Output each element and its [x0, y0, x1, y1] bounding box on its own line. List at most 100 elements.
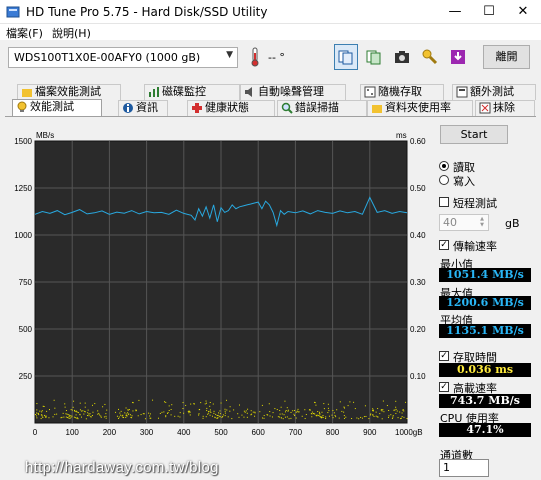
- maximize-button[interactable]: ☐: [472, 0, 506, 24]
- access-time-point: [46, 410, 48, 412]
- tab-label: 效能測試: [30, 100, 74, 113]
- access-time-point: [227, 416, 229, 418]
- tab-label: 抹除: [493, 101, 515, 114]
- minimize-button[interactable]: —: [438, 0, 472, 24]
- y-left-tick-label: 500: [19, 325, 33, 334]
- access-time-point: [318, 411, 320, 413]
- access-time-checkbox[interactable]: ✓: [439, 351, 449, 361]
- cpu-value: 47.1%: [439, 423, 531, 437]
- access-time-point: [269, 415, 271, 417]
- access-time-point: [272, 412, 274, 414]
- tab-disk-monitor[interactable]: 磁碟監控: [144, 84, 240, 100]
- tab-error-scan[interactable]: 錯誤掃描: [277, 100, 367, 116]
- transfer-rate-checkbox[interactable]: ✓: [439, 240, 449, 250]
- x-tick-label: 700: [289, 428, 303, 437]
- access-time-point: [377, 408, 379, 410]
- access-time-point: [131, 417, 133, 419]
- folder-icon: [21, 86, 33, 98]
- key-icon[interactable]: [418, 44, 442, 70]
- access-time-point: [297, 411, 299, 413]
- access-time-point: [369, 414, 371, 416]
- access-time-point: [185, 404, 187, 406]
- menu-help[interactable]: 說明(H): [52, 25, 91, 41]
- access-time-point: [98, 412, 100, 414]
- test-size-stepper[interactable]: 40 ▲ ▼: [439, 214, 489, 231]
- tab-folder-usage[interactable]: 資料夾使用率: [367, 100, 473, 116]
- tab-random-access[interactable]: 隨機存取: [360, 84, 444, 100]
- access-time-point: [244, 411, 246, 413]
- access-time-point: [274, 408, 276, 410]
- access-time-point: [193, 403, 195, 405]
- tab-info[interactable]: 資訊: [118, 100, 168, 116]
- menu-file[interactable]: 檔案(F): [6, 25, 43, 41]
- access-time-point: [224, 410, 226, 412]
- access-time-point: [74, 409, 76, 411]
- camera-icon[interactable]: [390, 44, 414, 70]
- access-time-point: [69, 418, 71, 420]
- access-time-point: [295, 411, 297, 413]
- access-time-point: [243, 410, 245, 412]
- x-tick-label: 800: [326, 428, 340, 437]
- tab-label: 隨機存取: [378, 85, 422, 98]
- access-time-point: [325, 418, 327, 420]
- access-time-point: [354, 408, 356, 410]
- tab-extra-tests[interactable]: 額外測試: [452, 84, 536, 100]
- access-time-point: [395, 408, 397, 410]
- access-time-point: [202, 415, 204, 417]
- tab-file-benchmark[interactable]: 檔案效能測試: [17, 84, 121, 100]
- access-time-point: [36, 409, 38, 411]
- access-time-point: [406, 418, 408, 420]
- tab-noise-management[interactable]: 自動噪聲管理: [240, 84, 346, 100]
- magnifier-icon: [281, 102, 293, 114]
- burst-rate-checkbox[interactable]: ✓: [439, 382, 449, 392]
- access-time-point: [323, 403, 325, 405]
- access-time-point: [251, 413, 253, 415]
- access-time-point: [320, 416, 322, 418]
- access-time-point: [216, 417, 218, 419]
- access-time-point: [83, 413, 85, 415]
- access-time-point: [137, 415, 139, 417]
- access-time-point: [168, 410, 170, 412]
- exit-button[interactable]: 離開: [483, 45, 530, 69]
- access-time-point: [250, 410, 252, 412]
- access-time-point: [65, 410, 67, 412]
- access-time-point: [189, 414, 191, 416]
- copy-info-icon[interactable]: [334, 44, 358, 70]
- access-time-value: 0.036 ms: [439, 363, 531, 377]
- y-right-tick-label: 0.10: [410, 372, 426, 381]
- access-time-point: [170, 414, 172, 416]
- access-time-point: [285, 409, 287, 411]
- access-time-point: [290, 417, 292, 419]
- start-button[interactable]: Start: [440, 125, 508, 144]
- access-time-point: [396, 410, 398, 412]
- y-left-tick-label: 250: [19, 372, 33, 381]
- access-time-point: [36, 417, 38, 419]
- access-time-point: [97, 413, 99, 415]
- drive-select[interactable]: WDS100T1X0E-00AFY0 (1000 gB) ▼: [8, 47, 238, 68]
- access-time-point: [37, 413, 39, 415]
- channels-stepper[interactable]: 1: [439, 459, 489, 477]
- short-test-checkbox[interactable]: [439, 197, 449, 207]
- access-time-point: [125, 407, 127, 409]
- write-radio[interactable]: [439, 175, 449, 185]
- x-tick-label: 100: [66, 428, 80, 437]
- y-left-tick-label: 1000: [14, 231, 32, 240]
- access-time-point: [279, 413, 281, 415]
- tab-erase[interactable]: 抹除: [475, 100, 535, 116]
- close-button[interactable]: ✕: [506, 0, 540, 24]
- tab-label: 資料夾使用率: [385, 101, 451, 114]
- save-icon[interactable]: [446, 44, 470, 70]
- access-time-point: [149, 415, 151, 417]
- access-time-point: [395, 412, 397, 414]
- tab-benchmark[interactable]: 效能測試: [12, 99, 102, 116]
- access-time-point: [226, 399, 228, 401]
- access-time-point: [209, 405, 211, 407]
- copy-text-icon[interactable]: [362, 44, 386, 70]
- access-time-point: [219, 410, 221, 412]
- access-time-point: [119, 412, 121, 414]
- access-time-point: [277, 416, 279, 418]
- access-time-point: [322, 417, 324, 419]
- read-radio[interactable]: [439, 161, 449, 171]
- access-time-point: [41, 410, 43, 412]
- tab-health[interactable]: 健康狀態: [187, 100, 275, 116]
